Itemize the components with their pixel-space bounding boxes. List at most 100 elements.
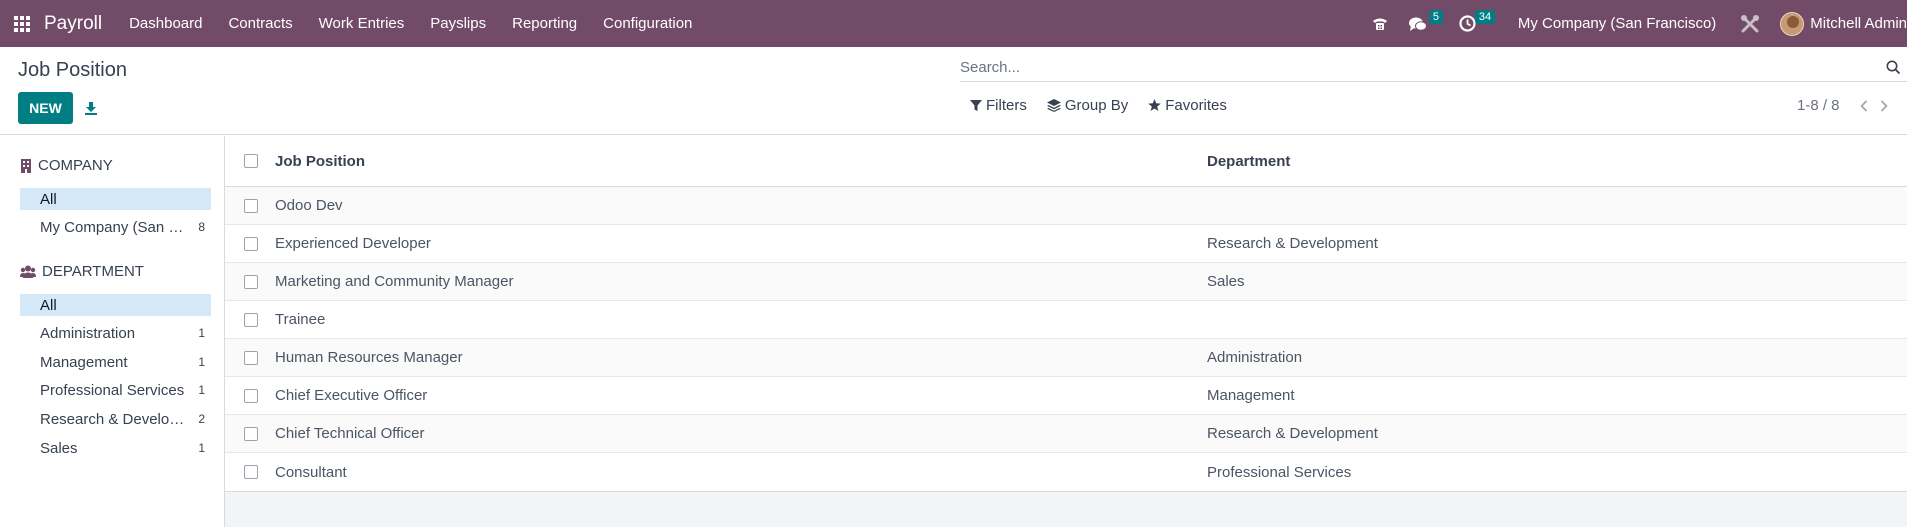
favorites-label: Favorites — [1165, 97, 1227, 114]
activities-count-badge: 34 — [1474, 10, 1496, 24]
menu-dashboard[interactable]: Dashboard — [116, 0, 215, 47]
row-checkbox[interactable] — [244, 388, 258, 403]
department-filter-sales[interactable]: Sales 1 — [20, 437, 211, 459]
clock-icon — [1459, 15, 1476, 32]
groupby-label: Group By — [1064, 97, 1129, 114]
row-checkbox[interactable] — [244, 426, 258, 441]
table-row[interactable]: Chief Technical Officer Research & Devel… — [225, 415, 1907, 453]
top-navbar: Payroll Dashboard Contracts Work Entries… — [0, 0, 1907, 47]
pager-next-button[interactable] — [1874, 99, 1894, 112]
department-section-header: DEPARTMENT — [20, 263, 144, 280]
messages-button[interactable]: 5 — [1399, 0, 1449, 47]
pager-value[interactable]: 1-8 / 8 — [1797, 97, 1840, 114]
navbar-systray: 5 34 My Company (San Francisco) Mitchell… — [1361, 0, 1907, 47]
company-section-label: COMPANY — [38, 157, 113, 174]
filter-icon — [970, 99, 982, 111]
control-panel: Job Position NEW Filters — [0, 47, 1907, 135]
groupby-dropdown[interactable]: Group By — [1046, 97, 1129, 114]
table-row[interactable]: Consultant Professional Services — [225, 453, 1907, 491]
filter-label: Professional Services — [40, 381, 185, 399]
filter-label: Sales — [40, 439, 78, 457]
filter-count: 1 — [198, 441, 205, 455]
cell-department: Professional Services — [1207, 463, 1352, 481]
filter-label: Management — [40, 353, 128, 371]
table-row[interactable]: Experienced Developer Research & Develop… — [225, 225, 1907, 263]
table-row[interactable]: Chief Executive Officer Management — [225, 377, 1907, 415]
row-checkbox[interactable] — [244, 274, 258, 289]
new-button[interactable]: NEW — [18, 92, 73, 124]
menu-reporting[interactable]: Reporting — [499, 0, 590, 47]
download-icon — [85, 102, 97, 115]
app-brand[interactable]: Payroll — [44, 13, 102, 35]
cell-department: Administration — [1207, 349, 1303, 366]
chevron-right-icon — [1880, 99, 1888, 112]
table-row[interactable]: Marketing and Community Manager Sales — [225, 263, 1907, 301]
row-checkbox[interactable] — [244, 465, 258, 479]
job-position-table: Job Position Department Odoo Dev Experie… — [225, 136, 1907, 492]
users-icon — [20, 265, 36, 278]
cell-department: Research & Development — [1207, 235, 1378, 252]
row-checkbox[interactable] — [244, 198, 258, 213]
department-filter-management[interactable]: Management 1 — [20, 351, 211, 373]
row-checkbox[interactable] — [244, 350, 258, 365]
search-input[interactable] — [960, 58, 1879, 76]
filter-label: All — [40, 296, 57, 314]
activities-button[interactable]: 34 — [1449, 0, 1504, 47]
row-checkbox[interactable] — [244, 312, 258, 327]
search-button[interactable] — [1879, 53, 1907, 81]
table-header: Job Position Department — [225, 136, 1907, 187]
apps-grid-icon — [14, 15, 30, 32]
export-button[interactable] — [80, 97, 102, 119]
company-filter-all[interactable]: All — [20, 188, 211, 210]
user-menu[interactable]: Mitchell Admin — [1810, 15, 1907, 32]
cell-job-position: Trainee — [275, 311, 326, 328]
user-avatar[interactable] — [1780, 11, 1805, 36]
department-section-label: DEPARTMENT — [42, 263, 144, 280]
filter-count: 1 — [198, 326, 205, 340]
menu-work-entries[interactable]: Work Entries — [306, 0, 418, 47]
select-all-checkbox[interactable] — [244, 154, 258, 168]
filters-label: Filters — [986, 97, 1027, 114]
column-header-department[interactable]: Department — [1207, 153, 1907, 170]
phone-icon — [1372, 18, 1387, 30]
filter-label: My Company (San Fr... — [40, 218, 190, 236]
cell-job-position: Chief Technical Officer — [275, 425, 425, 442]
voip-phone-button[interactable] — [1361, 0, 1399, 47]
row-checkbox[interactable] — [244, 236, 258, 251]
cell-job-position: Experienced Developer — [275, 235, 431, 252]
menu-contracts[interactable]: Contracts — [215, 0, 305, 47]
apps-menu-button[interactable] — [0, 0, 44, 47]
cell-job-position: Marketing and Community Manager — [275, 273, 514, 290]
menu-payslips[interactable]: Payslips — [417, 0, 499, 47]
messages-count-badge: 5 — [1428, 10, 1444, 24]
list-view-area: Job Position Department Odoo Dev Experie… — [225, 136, 1907, 527]
department-filter-administration[interactable]: Administration 1 — [20, 322, 211, 344]
filter-count: 8 — [198, 220, 205, 234]
company-switcher[interactable]: My Company (San Francisco) — [1504, 15, 1730, 32]
search-bar — [960, 53, 1907, 82]
cell-job-position: Chief Executive Officer — [275, 387, 428, 404]
cell-department: Research & Development — [1207, 425, 1378, 442]
filter-count: 1 — [198, 355, 205, 369]
department-filter-research-development[interactable]: Research & Develop... 2 — [20, 408, 211, 430]
filter-count: 1 — [198, 383, 205, 397]
table-row[interactable]: Human Resources Manager Administration — [225, 339, 1907, 377]
table-row[interactable]: Trainee — [225, 301, 1907, 339]
menu-configuration[interactable]: Configuration — [590, 0, 705, 47]
favorites-dropdown[interactable]: Favorites — [1148, 97, 1227, 114]
search-panel: COMPANY All My Company (San Fr... 8 DEPA… — [0, 136, 225, 527]
company-section-header: COMPANY — [20, 157, 113, 174]
column-header-job-position[interactable]: Job Position — [275, 153, 1207, 170]
cell-job-position: Consultant — [275, 463, 347, 481]
cell-job-position: Human Resources Manager — [275, 349, 463, 366]
table-row[interactable]: Odoo Dev — [225, 187, 1907, 225]
filters-dropdown[interactable]: Filters — [970, 97, 1027, 114]
search-icon — [1886, 60, 1900, 74]
company-filter-my-company[interactable]: My Company (San Fr... 8 — [20, 216, 211, 238]
chat-icon — [1408, 17, 1427, 31]
department-filter-all[interactable]: All — [20, 294, 211, 316]
department-filter-professional-services[interactable]: Professional Services 1 — [20, 379, 211, 401]
debug-tools-button[interactable] — [1730, 0, 1770, 47]
filter-label: Research & Develop... — [40, 410, 190, 428]
pager-previous-button[interactable] — [1854, 99, 1874, 112]
